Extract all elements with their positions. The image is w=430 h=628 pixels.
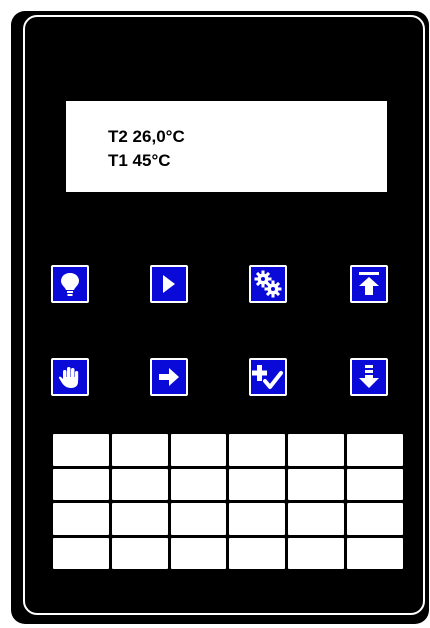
grid-key[interactable] [347,434,403,466]
play-icon [163,275,175,293]
top-button[interactable] [350,265,388,303]
light-button[interactable] [51,265,89,303]
grid-key[interactable] [288,503,345,535]
arrow-down-icon [359,365,379,388]
hand-icon [58,367,79,388]
manual-button[interactable] [51,358,89,396]
gears-icon [254,270,282,298]
grid-key[interactable] [53,537,109,569]
lcd-line-2: T1 45°C [108,151,171,170]
grid-key[interactable] [170,503,227,535]
grid-key[interactable] [111,537,168,569]
grid-key[interactable] [170,537,227,569]
grid-key[interactable] [53,434,109,466]
down-button[interactable] [350,358,388,396]
plus-check-icon [252,365,283,389]
arrow-up-to-top-icon [359,272,379,295]
grid-key[interactable] [288,537,345,569]
grid-key[interactable] [347,537,403,569]
bulb-icon [61,273,79,296]
add-confirm-button[interactable] [249,358,287,396]
next-button[interactable] [150,358,188,396]
lcd-line-1: T2 26,0°C [108,127,185,146]
grid-key[interactable] [53,503,109,535]
grid-key[interactable] [229,434,286,466]
grid-key[interactable] [288,434,345,466]
grid-key[interactable] [53,468,109,500]
settings-button[interactable] [249,265,287,303]
lcd-display: T2 26,0°C T1 45°C [66,101,387,192]
touch-key-grid [53,434,403,569]
grid-key[interactable] [170,468,227,500]
play-button[interactable] [150,265,188,303]
grid-key[interactable] [229,468,286,500]
grid-key[interactable] [229,537,286,569]
grid-key[interactable] [229,503,286,535]
grid-key[interactable] [347,503,403,535]
grid-key[interactable] [111,468,168,500]
grid-key[interactable] [170,434,227,466]
grid-key[interactable] [111,503,168,535]
arrow-right-icon [159,368,179,386]
grid-key[interactable] [111,434,168,466]
grid-key[interactable] [288,468,345,500]
grid-key[interactable] [347,468,403,500]
